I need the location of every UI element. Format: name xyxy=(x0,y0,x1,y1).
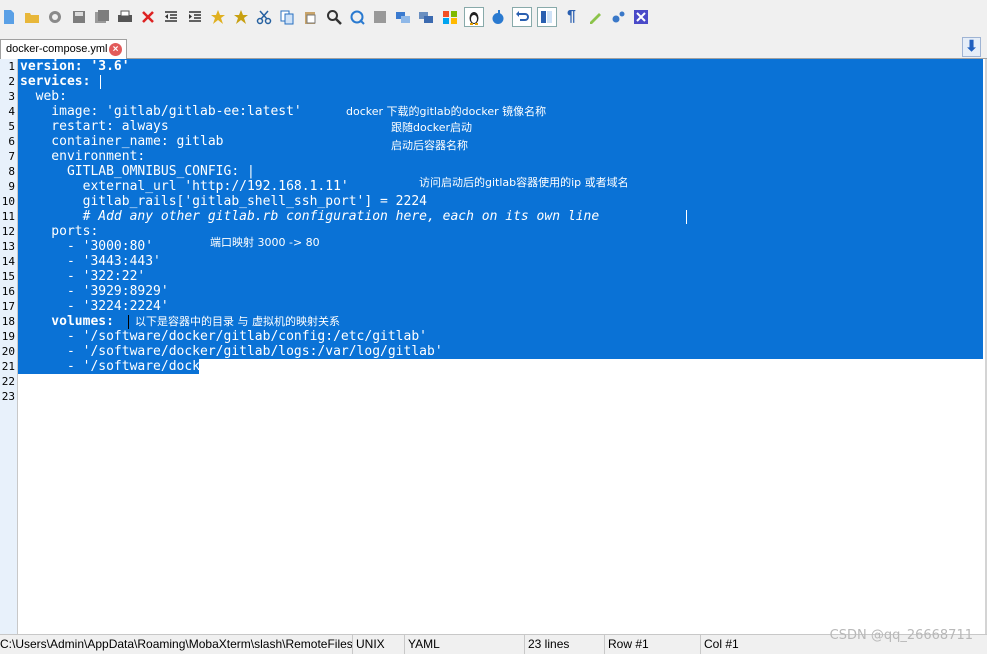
save-all-icon[interactable] xyxy=(93,8,111,26)
code-editor[interactable]: 1 2 3 4 5 6 7 8 9 10 11 12 13 14 15 16 1… xyxy=(0,59,987,634)
line-number: 17 xyxy=(1,300,15,313)
code-line: shm_size: '256m' xyxy=(20,374,177,389)
code-line: - '3443:443' xyxy=(20,254,161,269)
code-line: - '3000:80' xyxy=(20,239,154,254)
line-number: 20 xyxy=(1,345,15,358)
line-number: 8 xyxy=(8,165,15,178)
code-line: - '322:22' xyxy=(20,269,146,284)
line-number: 9 xyxy=(8,180,15,193)
copy-icon[interactable] xyxy=(278,8,296,26)
line-number: 23 xyxy=(1,390,15,403)
paste-icon[interactable] xyxy=(301,8,319,26)
code-line: - '3224:2224' xyxy=(20,299,169,314)
arrow-down-icon[interactable]: ⬇ xyxy=(962,37,981,57)
reload-icon[interactable] xyxy=(46,8,64,26)
line-number: 3 xyxy=(8,90,15,103)
code-line: services: xyxy=(20,74,91,89)
line-number: 16 xyxy=(1,285,15,298)
annotation-note: 启动后容器名称 xyxy=(391,139,468,152)
windows-logo-icon[interactable] xyxy=(441,8,459,26)
code-line: container_name: gitlab xyxy=(20,134,224,149)
code-line: - '/software/docker/gitlab/logs:/var/log… xyxy=(20,344,443,359)
annotation-note: 访问启动后的gitlab容器使用的ip 或者域名 xyxy=(419,176,629,189)
code-line: volumes: xyxy=(20,314,114,329)
line-number: 4 xyxy=(8,105,15,118)
status-file-path: C:\Users\Admin\AppData\Roaming\MobaXterm… xyxy=(0,635,353,654)
replace-icon[interactable] xyxy=(348,8,366,26)
line-number: 10 xyxy=(1,195,15,208)
line-number: 14 xyxy=(1,255,15,268)
grey-box-icon[interactable] xyxy=(371,8,389,26)
window-split-icon[interactable] xyxy=(394,8,412,26)
tab-docker-compose[interactable]: docker-compose.yml × xyxy=(0,39,127,59)
text-caret xyxy=(100,75,101,89)
column-mode-icon[interactable] xyxy=(537,7,558,27)
line-number: 21 xyxy=(1,360,15,373)
line-number: 11 xyxy=(1,210,15,223)
bookmark-star-icon[interactable] xyxy=(209,8,227,26)
status-syntax[interactable]: YAML xyxy=(405,635,525,654)
annotation-note: docker 下载的gitlab的docker 镜像名称 xyxy=(346,105,547,118)
settings-gears-icon[interactable] xyxy=(609,8,627,26)
text-caret xyxy=(686,210,687,224)
code-line: ports: xyxy=(20,224,99,239)
open-folder-icon[interactable] xyxy=(23,8,41,26)
line-number: 2 xyxy=(8,75,15,88)
code-line: - '/software/docker/gitlab/data:/var/opt… xyxy=(20,359,443,374)
print-icon[interactable] xyxy=(116,8,134,26)
code-line: version: '3.6' xyxy=(20,59,130,74)
annotation-note: 以下是容器中的目录 与 虚拟机的映射关系 xyxy=(135,315,340,328)
indent-more-icon[interactable] xyxy=(186,8,204,26)
line-number: 15 xyxy=(1,270,15,283)
code-line: external_url 'http://192.168.1.11' xyxy=(20,179,349,194)
line-number: 19 xyxy=(1,330,15,343)
cut-icon[interactable] xyxy=(255,8,273,26)
code-line: GITLAB_OMNIBUS_CONFIG: | xyxy=(20,164,255,179)
status-line-ending[interactable]: UNIX xyxy=(353,635,405,654)
highlight-pen-icon[interactable] xyxy=(586,8,604,26)
bookmark-next-icon[interactable] xyxy=(232,8,250,26)
line-number: 13 xyxy=(1,240,15,253)
code-line-comment: # Add any other gitlab.rb configuration … xyxy=(20,209,600,224)
tab-close-icon[interactable]: × xyxy=(109,43,122,56)
watermark: CSDN @qq_26668711 xyxy=(829,628,973,643)
code-line: restart: always xyxy=(20,119,169,134)
window-tile-icon[interactable] xyxy=(417,8,435,26)
status-line-count: 23 lines xyxy=(525,635,605,654)
linux-logo-icon[interactable] xyxy=(463,7,484,27)
close-box-icon[interactable] xyxy=(632,8,650,26)
line-number: 7 xyxy=(8,150,15,163)
undo-wrap-icon[interactable] xyxy=(512,7,533,27)
tab-title: docker-compose.yml xyxy=(6,43,108,55)
text-caret xyxy=(128,315,129,329)
new-file-icon[interactable] xyxy=(0,8,18,26)
line-number: 5 xyxy=(8,120,15,133)
find-icon[interactable] xyxy=(325,8,343,26)
code-line: gitlab_rails['gitlab_shell_ssh_port'] = … xyxy=(20,194,427,209)
line-number: 1 xyxy=(8,60,15,73)
pilcrow-icon[interactable]: ¶ xyxy=(563,8,581,26)
save-icon[interactable] xyxy=(70,8,88,26)
line-number: 6 xyxy=(8,135,15,148)
indent-less-icon[interactable] xyxy=(162,8,180,26)
line-number: 22 xyxy=(1,375,15,388)
code-line: web: xyxy=(20,89,67,104)
status-col: Col #1 xyxy=(704,637,739,651)
apple-logo-icon[interactable] xyxy=(489,8,507,26)
line-number: 12 xyxy=(1,225,15,238)
code-line: image: 'gitlab/gitlab-ee:latest' xyxy=(20,104,302,119)
code-line: environment: xyxy=(20,149,146,164)
tab-bar: docker-compose.yml × ⬇ xyxy=(0,34,987,59)
toolbar: ¶ xyxy=(0,0,987,34)
status-row: Row #1 xyxy=(605,635,701,654)
code-line: - '3929:8929' xyxy=(20,284,169,299)
annotation-note: 端口映射 3000 -> 80 xyxy=(210,236,320,249)
annotation-note: 跟随docker启动 xyxy=(391,121,473,134)
close-x-icon[interactable] xyxy=(139,8,157,26)
code-line: - '/software/docker/gitlab/config:/etc/g… xyxy=(20,329,427,344)
line-number: 18 xyxy=(1,315,15,328)
